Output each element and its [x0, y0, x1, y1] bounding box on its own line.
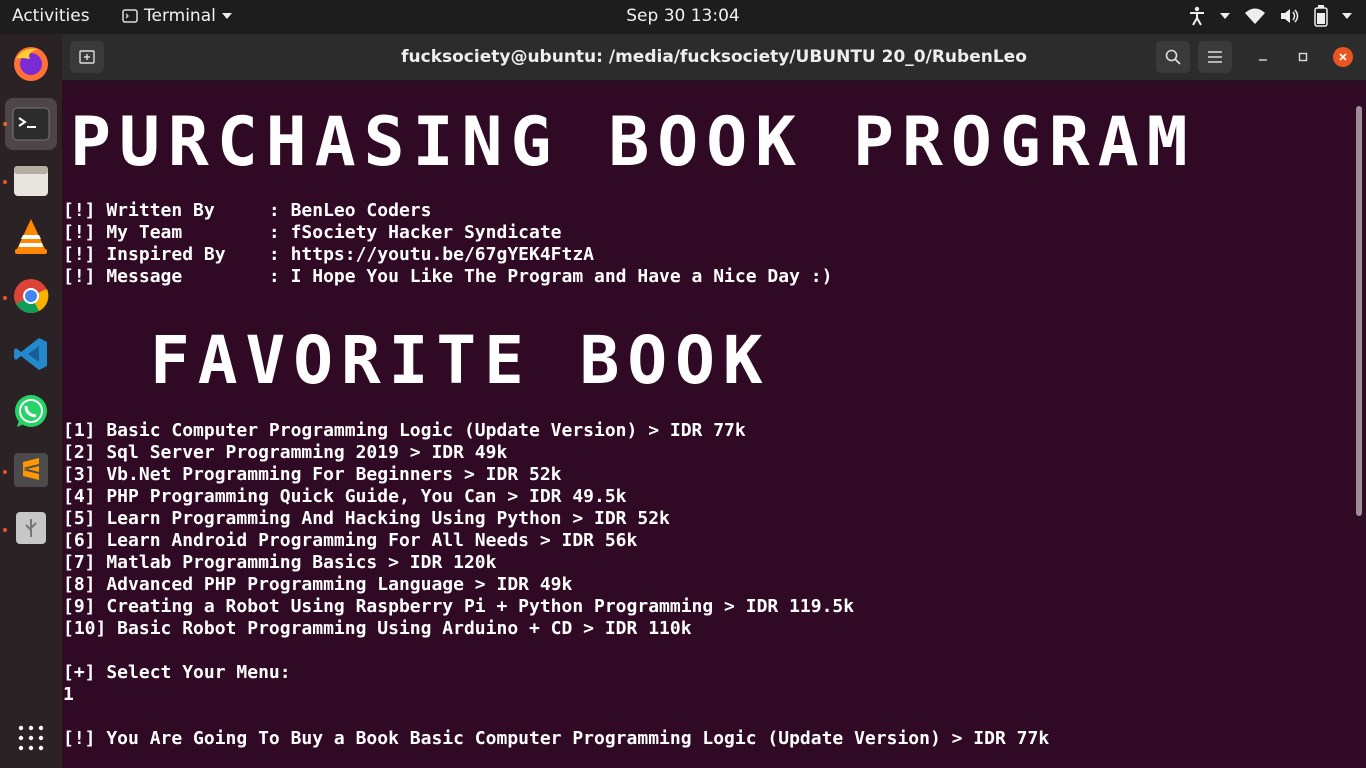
grid-icon	[18, 725, 44, 751]
menu-button[interactable]	[1198, 41, 1232, 73]
firefox-icon	[14, 47, 48, 81]
result-line: [!] You Are Going To Buy a Book Basic Co…	[63, 728, 1050, 749]
search-button[interactable]	[1156, 41, 1190, 73]
menu-input-value[interactable]: 1	[63, 684, 74, 706]
files-icon	[14, 166, 48, 196]
hamburger-icon	[1208, 51, 1222, 63]
menu-item: [1] Basic Computer Programming Logic (Up…	[63, 420, 746, 441]
info-line: [!] My Team : fSociety Hacker Syndicate	[63, 222, 562, 243]
banner-title: PURCHASING BOOK PROGRAM	[70, 103, 1196, 182]
menu-item: [3] Vb.Net Programming For Beginners > I…	[63, 464, 562, 485]
info-line: [!] Message : I Hope You Like The Progra…	[63, 266, 833, 287]
header-bar: fucksociety@ubuntu: /media/fucksociety/U…	[62, 34, 1366, 81]
terminal-icon	[12, 107, 50, 141]
dock-sublime[interactable]	[11, 450, 51, 490]
dock-files[interactable]	[11, 160, 51, 200]
select-prompt: [+] Select Your Menu:	[63, 662, 291, 683]
maximize-icon	[1298, 52, 1308, 62]
menu-item: [2] Sql Server Programming 2019 > IDR 49…	[63, 442, 508, 463]
chevron-down-icon	[1220, 13, 1230, 19]
accessibility-icon[interactable]	[1188, 6, 1206, 26]
menu-item: [9] Creating a Robot Using Raspberry Pi …	[63, 596, 855, 617]
wifi-icon	[1245, 8, 1265, 24]
menu-item: [4] PHP Programming Quick Guide, You Can…	[63, 486, 627, 507]
info-line: [!] Written By : BenLeo Coders	[63, 200, 432, 221]
menu-item: [5] Learn Programming And Hacking Using …	[63, 508, 670, 529]
clock-label: Sep 30 13:04	[626, 6, 740, 26]
vscode-icon	[14, 338, 47, 370]
banner-favorite: FAVORITE BOOK	[150, 322, 771, 399]
close-button[interactable]	[1333, 47, 1353, 67]
menu-item: [7] Matlab Programming Basics > IDR 120k	[63, 552, 497, 573]
dock-usb-drive[interactable]	[11, 508, 51, 548]
sublime-text-icon	[14, 453, 48, 487]
chevron-down-icon	[1342, 13, 1352, 19]
chrome-icon	[14, 279, 49, 313]
menu-item: [8] Advanced PHP Programming Language > …	[63, 574, 573, 595]
whatsapp-icon	[15, 395, 47, 427]
search-icon	[1165, 49, 1181, 65]
top-bar: Activities Terminal Sep 30 13:04	[0, 0, 1366, 34]
system-tray[interactable]	[1188, 5, 1352, 27]
dock-terminal[interactable]	[5, 98, 57, 150]
dock	[0, 34, 62, 768]
menu-item: [10] Basic Robot Programming Using Ardui…	[63, 618, 692, 639]
terminal-output[interactable]: PURCHASING BOOK PROGRAM [!] Written By :…	[62, 80, 1354, 768]
maximize-button[interactable]	[1293, 47, 1313, 67]
scrollbar[interactable]	[1356, 106, 1362, 516]
close-icon	[1339, 53, 1347, 61]
minimize-icon	[1259, 59, 1267, 61]
dock-vscode[interactable]	[11, 334, 51, 374]
dock-chrome[interactable]	[11, 276, 51, 316]
dock-whatsapp[interactable]	[11, 392, 51, 432]
vlc-icon	[15, 219, 47, 254]
battery-icon	[1314, 5, 1328, 27]
menu-item: [6] Learn Android Programming For All Ne…	[63, 530, 638, 551]
clock[interactable]: Sep 30 13:04	[0, 6, 1366, 26]
minimize-button[interactable]	[1253, 47, 1273, 67]
dock-vlc[interactable]	[11, 216, 51, 256]
terminal-window: fucksociety@ubuntu: /media/fucksociety/U…	[62, 34, 1366, 768]
dock-firefox[interactable]	[11, 44, 51, 84]
volume-icon	[1281, 9, 1299, 23]
show-applications-button[interactable]	[11, 718, 51, 758]
usb-drive-icon	[16, 512, 46, 544]
info-line: [!] Inspired By : https://youtu.be/67gYE…	[63, 244, 595, 265]
